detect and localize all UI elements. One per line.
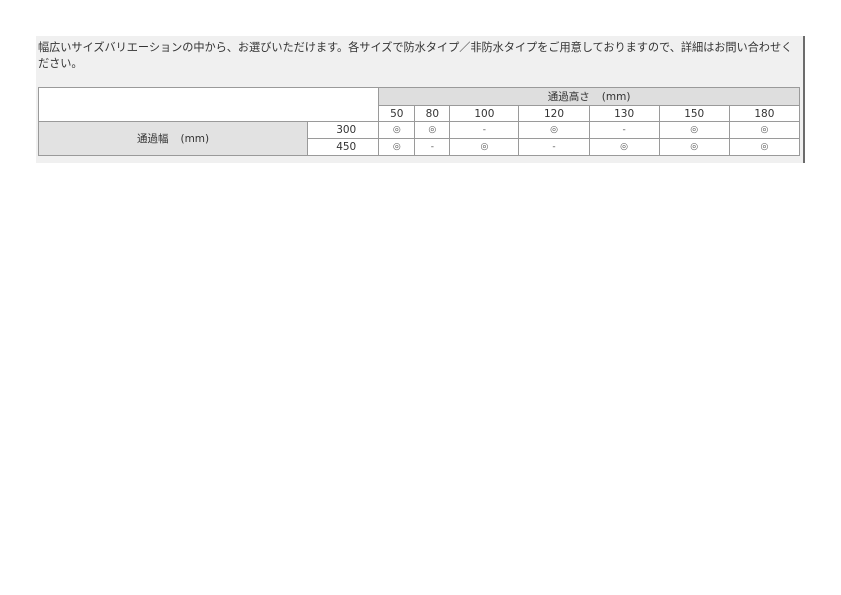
height-unit-label: (mm) (601, 91, 631, 103)
height-column-header: 180 (728, 105, 801, 122)
height-column-header: 50 (378, 105, 416, 122)
height-header-label: 通過高さ (547, 91, 590, 103)
availability-cell: - (588, 121, 660, 139)
table-corner-cell (37, 87, 380, 122)
availability-cell: ◎ (588, 138, 660, 156)
height-column-header: 130 (588, 105, 660, 122)
availability-cell: ◎ (658, 121, 730, 139)
availability-cell: ◎ (449, 138, 520, 156)
width-value: 300 (307, 121, 380, 139)
availability-cell: ◎ (728, 121, 801, 139)
height-column-header: 150 (658, 105, 730, 122)
width-unit-label: (mm) (180, 133, 210, 145)
availability-cell: ◎ (518, 121, 590, 139)
availability-cell: ◎ (728, 138, 801, 156)
availability-cell: ◎ (378, 138, 416, 156)
height-column-header: 80 (414, 105, 451, 122)
table-row: 通過幅 (mm) 300 ◎ ◎ - ◎ - ◎ ◎ (37, 121, 801, 156)
availability-cell: - (449, 121, 520, 139)
width-header-label: 通過幅 (136, 133, 169, 145)
height-group-header: 通過高さ (mm) (378, 87, 800, 106)
content-panel: 幅広いサイズバリエーションの中から、お選びいただけます。各サイズで防水タイプ／非… (36, 36, 805, 163)
availability-cell: ◎ (658, 138, 730, 156)
size-table: 通過高さ (mm) 50 80 100 120 130 150 180 通過幅 (m… (37, 87, 801, 156)
availability-cell: ◎ (378, 121, 416, 139)
availability-cell: - (518, 138, 590, 156)
height-column-header: 120 (518, 105, 590, 122)
intro-text: 幅広いサイズバリエーションの中から、お選びいただけます。各サイズで防水タイプ／非… (38, 41, 793, 70)
width-row-header: 通過幅 (mm) (37, 121, 309, 156)
width-value: 450 (307, 138, 380, 156)
availability-cell: - (414, 138, 451, 156)
availability-cell: ◎ (414, 121, 451, 139)
height-column-header: 100 (449, 105, 520, 122)
